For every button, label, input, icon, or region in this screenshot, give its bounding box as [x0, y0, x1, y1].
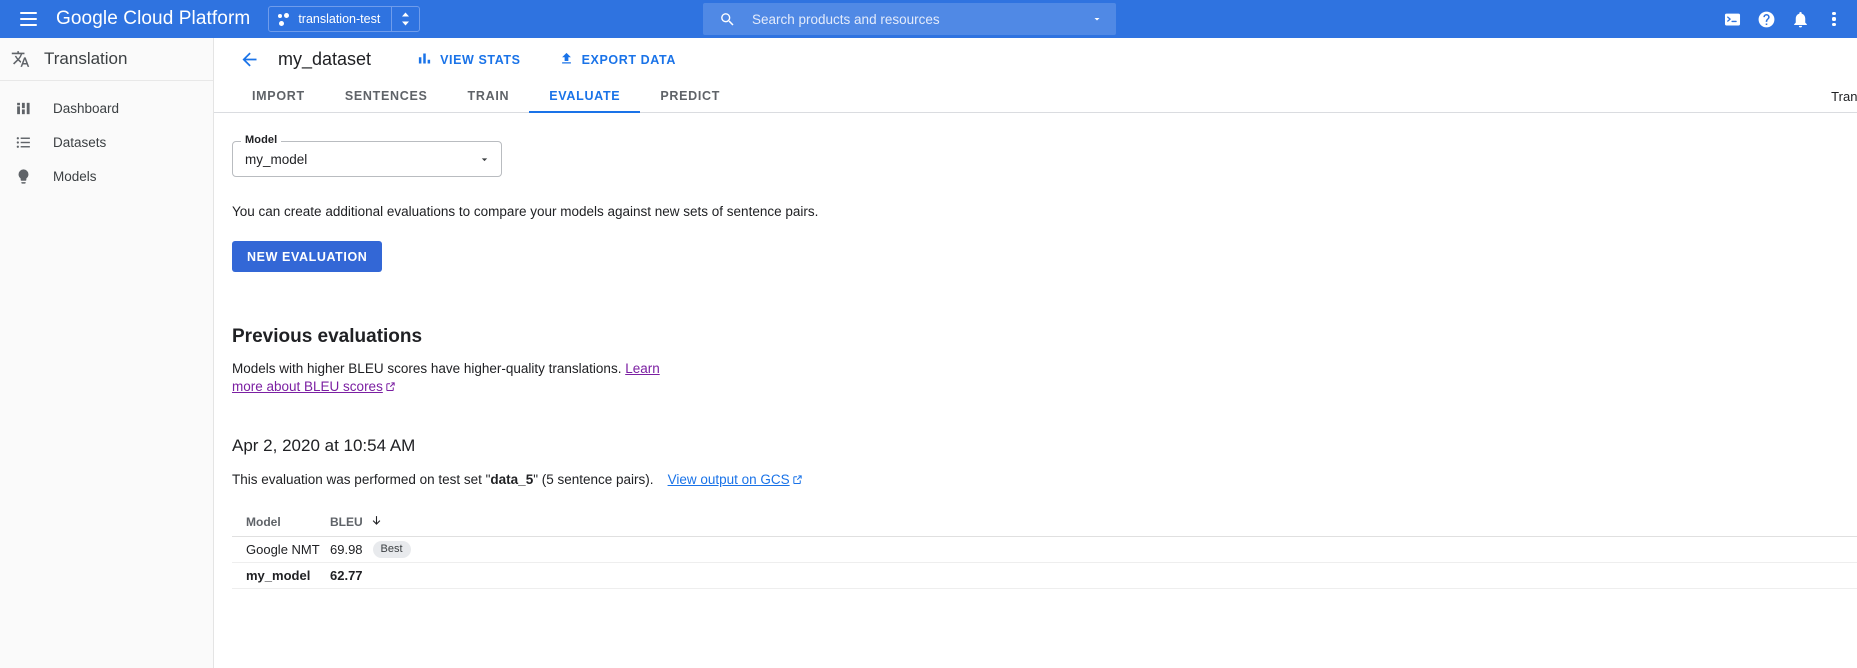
cell-model: Google NMT [232, 542, 330, 557]
top-app-bar: Google Cloud Platform translation-test [0, 0, 1857, 38]
chevron-down-icon[interactable] [1078, 13, 1116, 25]
tab-evaluate[interactable]: EVALUATE [529, 89, 640, 112]
project-picker-main[interactable]: translation-test [269, 7, 392, 31]
tab-sentences[interactable]: SENTENCES [325, 89, 448, 112]
search-icon [719, 11, 736, 28]
cloud-shell-terminal-icon[interactable] [1715, 0, 1749, 38]
sidebar-title: Translation [44, 49, 127, 69]
sidebar-item-dashboard[interactable]: Dashboard [0, 91, 213, 125]
arrow-back-icon[interactable] [232, 43, 266, 77]
export-data-label: EXPORT DATA [582, 53, 676, 67]
page-header: my_dataset VIEW STATS EXPORT DATA [214, 38, 1857, 81]
page-title: my_dataset [278, 49, 371, 70]
brand-title[interactable]: Google Cloud Platform [56, 8, 250, 30]
translate-icon [11, 50, 30, 69]
project-name: translation-test [298, 12, 380, 26]
main-content: my_dataset VIEW STATS EXPORT DATA IMPORT… [214, 38, 1857, 668]
project-picker[interactable]: translation-test [268, 6, 420, 32]
arrow-downward-icon[interactable] [370, 514, 383, 530]
evaluate-panel: my_model Model You can create additional… [214, 141, 1857, 589]
bleu-description: Models with higher BLEU scores have high… [232, 360, 677, 396]
evaluation-desc-before: This evaluation was performed on test se… [232, 472, 490, 487]
top-bar-actions [1715, 0, 1851, 38]
sidebar-item-label: Dashboard [53, 101, 119, 116]
cell-bleu-value: 69.98 [330, 542, 363, 557]
previous-evaluations-title: Previous evaluations [232, 326, 1857, 348]
cell-model: my_model [232, 568, 330, 583]
column-header-model[interactable]: Model [232, 515, 330, 529]
cell-bleu: 62.77 [330, 568, 530, 583]
column-header-bleu[interactable]: BLEU [330, 514, 530, 530]
project-dots-icon [278, 13, 291, 26]
sidebar-item-datasets[interactable]: Datasets [0, 125, 213, 159]
export-data-button[interactable]: EXPORT DATA [551, 45, 684, 75]
model-select-value: my_model [245, 152, 478, 167]
arrow-drop-down-icon[interactable] [478, 153, 491, 166]
tab-predict[interactable]: PREDICT [640, 89, 740, 112]
notifications-bell-icon[interactable] [1783, 0, 1817, 38]
tab-import[interactable]: IMPORT [232, 89, 325, 112]
external-link-icon[interactable] [385, 379, 396, 397]
new-evaluation-button[interactable]: NEW EVALUATION [232, 241, 382, 272]
kebab-menu-icon[interactable] [1817, 0, 1851, 38]
evaluation-desc-after: " (5 sentence pairs). [533, 472, 653, 487]
view-output-gcs-link[interactable]: View output on GCS [668, 472, 790, 487]
sidebar-nav-list: Dashboard Datasets Models [0, 81, 213, 193]
evaluation-results-table: Model BLEU Google NMT 69.98 Best [232, 508, 1857, 589]
list-icon [14, 133, 33, 152]
sidebar-item-label: Models [53, 169, 97, 184]
cell-bleu-value: 62.77 [330, 568, 363, 583]
hamburger-menu-icon[interactable] [4, 0, 52, 38]
evaluate-helper-text: You can create additional evaluations to… [232, 204, 1857, 219]
sidebar-item-label: Datasets [53, 135, 106, 150]
lightbulb-icon [14, 167, 33, 186]
status-badge: Best [373, 541, 411, 558]
model-select-label: Model [241, 134, 281, 146]
upload-export-icon [559, 51, 574, 69]
view-stats-label: VIEW STATS [440, 53, 521, 67]
model-select-box[interactable]: my_model [232, 141, 502, 177]
table-row[interactable]: my_model 62.77 [232, 563, 1857, 589]
column-header-bleu-label: BLEU [330, 515, 363, 529]
cell-bleu: 69.98 Best [330, 541, 530, 558]
evaluation-dataset-name: data_5 [490, 472, 533, 487]
bleu-description-text: Models with higher BLEU scores have high… [232, 361, 625, 376]
help-circle-icon[interactable] [1749, 0, 1783, 38]
sidebar-product-header: Translation [0, 38, 213, 81]
sidebar: Translation Dashboard Dat [0, 38, 214, 668]
table-row[interactable]: Google NMT 69.98 Best [232, 537, 1857, 563]
language-pair-label: Translation (EN [1831, 89, 1857, 104]
model-select[interactable]: my_model Model [232, 141, 502, 177]
unfold-more-icon[interactable] [392, 7, 419, 31]
tab-bar: IMPORT SENTENCES TRAIN EVALUATE PREDICT … [214, 81, 1857, 113]
dashboard-icon [14, 99, 33, 118]
evaluation-date: Apr 2, 2020 at 10:54 AM [232, 436, 1857, 456]
external-link-icon[interactable] [792, 473, 803, 488]
sidebar-item-models[interactable]: Models [0, 159, 213, 193]
global-search[interactable] [703, 3, 1116, 35]
table-header-row: Model BLEU [232, 508, 1857, 537]
search-input[interactable] [750, 11, 1078, 28]
bar-chart-icon [417, 51, 432, 69]
tab-train[interactable]: TRAIN [448, 89, 530, 112]
view-stats-button[interactable]: VIEW STATS [409, 45, 529, 75]
evaluation-description: This evaluation was performed on test se… [232, 472, 1857, 488]
